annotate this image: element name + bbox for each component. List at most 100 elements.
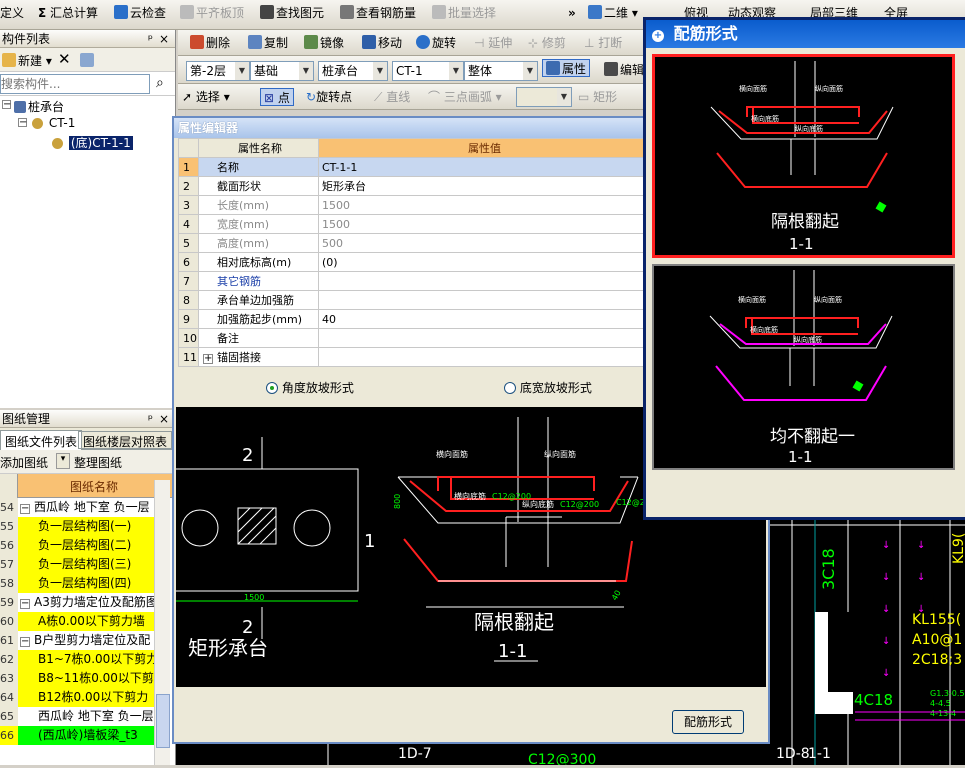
drawing-row[interactable]: 58 负一层结构图(四) [0, 574, 170, 593]
select-tool-button[interactable]: ➚ 选择 ▾ [182, 88, 230, 106]
component-select[interactable]: CT-1 ▼ [392, 61, 464, 81]
attribute-button[interactable]: 属性 [542, 59, 591, 77]
property-value[interactable]: 矩形承台 [318, 176, 648, 196]
search-input[interactable] [0, 74, 150, 94]
row-number: 59 [0, 593, 18, 612]
property-row[interactable]: 6 相对底标高(m) (0) [178, 252, 648, 272]
tree-node-pile-cap[interactable]: 桩承台 [14, 98, 64, 115]
property-value[interactable]: 1500 [318, 214, 648, 234]
property-row[interactable]: 7 其它钢筋 [178, 271, 648, 291]
property-row[interactable]: 5 高度(mm) 500 [178, 233, 648, 253]
category-select[interactable]: 基础 ▼ [250, 61, 314, 81]
tree-collapse-icon[interactable]: − [20, 504, 30, 514]
property-row[interactable]: 1 名称 CT-1-1 [178, 157, 648, 177]
flush-slab-top-button[interactable]: 平齐板顶 [180, 4, 244, 22]
drawing-scrollbar[interactable] [154, 480, 170, 765]
mode-select[interactable]: 整体 ▼ [464, 61, 538, 81]
rect-tool-button[interactable]: ▭ 矩形 [578, 88, 617, 106]
tree-collapse-icon[interactable]: − [18, 118, 27, 128]
rebar-dialog-titlebar[interactable]: + 配筋形式 [646, 20, 965, 48]
radio-width-slope[interactable]: 底宽放坡形式 [504, 379, 592, 396]
add-drawing-button[interactable]: 添加图纸 [0, 454, 48, 471]
property-row[interactable]: 11 + 锚固搭接 [178, 347, 648, 367]
floor-select[interactable]: 第-2层 ▼ [186, 61, 250, 81]
new-component-button[interactable]: 新建 ▾ [2, 52, 52, 69]
property-value[interactable]: 40 [318, 309, 648, 329]
tree-collapse-icon[interactable]: − [20, 599, 30, 609]
point-tool-button[interactable]: ⊠ 点 [260, 88, 294, 106]
property-row[interactable]: 2 截面形状 矩形承台 [178, 176, 648, 196]
sum-calc-button[interactable]: Σ 汇总计算 [38, 4, 98, 22]
copy-icon[interactable] [80, 53, 96, 68]
mirror-button[interactable]: 镜像 [304, 34, 344, 52]
rebar-option-1[interactable]: 横向面筋 纵向面筋 横向底筋 纵向底筋 隔根翻起 1-1 [652, 54, 955, 258]
edit-rebar-button[interactable]: 编辑 [604, 61, 644, 79]
rotate-point-button[interactable]: ↻旋转点 [306, 88, 352, 106]
property-value[interactable] [318, 347, 648, 367]
rebar-form-button[interactable]: 配筋形式 [672, 710, 744, 734]
delete-button[interactable]: 删除 [190, 34, 230, 52]
drawing-row[interactable]: 64 B12栋0.00以下剪力 [0, 688, 170, 707]
drawing-row[interactable]: 65 西瓜岭 地下室 负一层 [0, 707, 170, 726]
type-select[interactable]: 桩承台 ▼ [318, 61, 388, 81]
arrange-drawing-button[interactable]: 整理图纸 [74, 454, 122, 471]
drawing-row[interactable]: 66 (西瓜岭)墙板梁_t3 [0, 726, 170, 745]
property-row[interactable]: 10 备注 [178, 328, 648, 348]
property-value[interactable]: (0) [318, 252, 648, 272]
cad-canvas-bottom[interactable]: 1D-7 C12@300 [176, 742, 770, 768]
arc-option-select[interactable]: ▼ [516, 87, 572, 107]
property-value[interactable]: CT-1-1 [318, 157, 648, 177]
tree-collapse-icon[interactable]: − [2, 100, 11, 110]
delete-icon[interactable]: ✕ [58, 50, 71, 68]
view-rebar-button[interactable]: 查看钢筋量 [340, 4, 416, 22]
cloud-check-button[interactable]: 云检查 [114, 4, 166, 22]
property-value[interactable] [318, 328, 648, 348]
drawing-row[interactable]: 55 负一层结构图(一) [0, 517, 170, 536]
extend-button[interactable]: ⊣ 延伸 [474, 34, 512, 52]
property-row[interactable]: 4 宽度(mm) 1500 [178, 214, 648, 234]
break-button[interactable]: ⊥ 打断 [584, 34, 622, 52]
drawing-row[interactable]: 61− B户型剪力墙定位及配 [0, 631, 170, 650]
tree-node-ct1[interactable]: CT-1 [32, 116, 75, 130]
drawing-row[interactable]: 63 B8~11栋0.00以下剪 [0, 669, 170, 688]
rotate-button[interactable]: 旋转 [416, 34, 456, 52]
view-mode-dropdown[interactable]: 二维 ▾ [588, 4, 638, 22]
radio-angle-slope[interactable]: 角度放坡形式 [266, 379, 354, 396]
tree-collapse-icon[interactable]: − [20, 637, 30, 647]
tree-node-ct1-1[interactable]: (底)CT-1-1 [52, 134, 133, 151]
close-icon[interactable]: × [159, 30, 169, 48]
close-icon[interactable]: × [159, 410, 169, 428]
drawing-row[interactable]: 59− A3剪力墙定位及配筋图 [0, 593, 170, 612]
expand-icon[interactable]: + [203, 354, 213, 364]
tab-drawing-files[interactable]: 图纸文件列表 [0, 430, 83, 450]
property-value[interactable] [318, 290, 648, 310]
pin-icon[interactable]: ᵖ [148, 30, 153, 48]
arc-tool-button[interactable]: ⌒ 三点画弧 ▾ [428, 88, 502, 106]
drawing-row[interactable]: 60 A栋0.00以下剪力墙 [0, 612, 170, 631]
copy-button[interactable]: 复制 [248, 34, 288, 52]
property-value[interactable] [318, 271, 648, 291]
search-icon[interactable]: ⌕ [156, 75, 164, 91]
tab-floor-mapping[interactable]: 图纸楼层对照表 [78, 431, 173, 449]
more-menu-button[interactable]: » [568, 4, 576, 22]
property-value[interactable]: 500 [318, 233, 648, 253]
find-element-button[interactable]: 查找图元 [260, 4, 324, 22]
rebar-option-2[interactable]: 横向面筋 纵向面筋 横向底筋 纵向底筋 均不翻起一 1-1 [652, 264, 955, 470]
property-row[interactable]: 8 承台单边加强筋 [178, 290, 648, 310]
property-row[interactable]: 9 加强筋起步(mm) 40 [178, 309, 648, 329]
move-button[interactable]: 移动 [362, 34, 402, 52]
line-tool-button[interactable]: ⟋ 直线 [374, 88, 410, 106]
property-value[interactable]: 1500 [318, 195, 648, 215]
trim-button[interactable]: ⊹ 修剪 [528, 34, 566, 52]
batch-select-button[interactable]: 批量选择 [432, 4, 496, 22]
define-button[interactable]: 定义 [0, 4, 24, 22]
drawing-row[interactable]: 57 负一层结构图(三) [0, 555, 170, 574]
drawing-row[interactable]: 56 负一层结构图(二) [0, 536, 170, 555]
drawing-row[interactable]: 54− 西瓜岭 地下室 负一层 [0, 498, 170, 517]
cad-canvas[interactable]: 3C18 4C18 KL155( A10@1 2C18;3 KL9( G1.3-… [770, 520, 965, 765]
property-row[interactable]: 3 长度(mm) 1500 [178, 195, 648, 215]
add-drawing-dropdown-icon[interactable]: ▾ [56, 453, 70, 469]
drawing-row[interactable]: 62 B1~7栋0.00以下剪力 [0, 650, 170, 669]
scroll-thumb[interactable] [156, 694, 170, 748]
pin-icon[interactable]: ᵖ [148, 410, 153, 428]
